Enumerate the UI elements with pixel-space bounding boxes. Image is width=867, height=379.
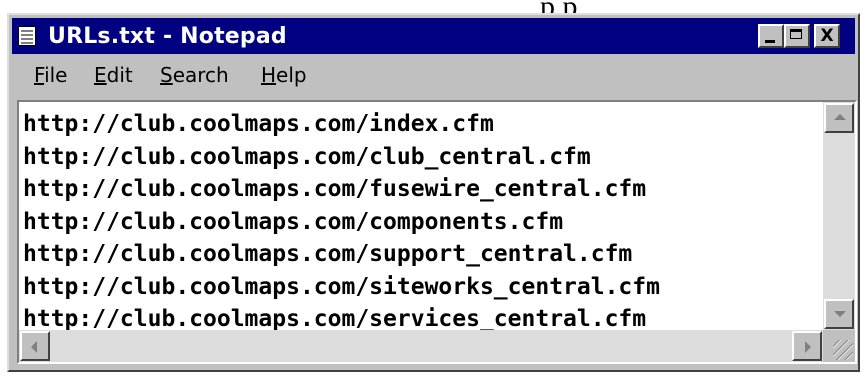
menu-file[interactable]: File: [34, 63, 67, 87]
minimize-button[interactable]: [758, 24, 784, 48]
scroll-left-icon[interactable]: [20, 331, 50, 361]
vertical-scrollbar[interactable]: [823, 102, 855, 330]
partial-glyphs: p p: [540, 0, 578, 14]
menu-help[interactable]: Help: [261, 63, 307, 87]
menu-search[interactable]: Search: [160, 63, 229, 87]
text-editor[interactable]: http://club.coolmaps.com/index.cfm http:/…: [17, 100, 857, 364]
text-line: http://club.coolmaps.com/club_central.cf…: [23, 143, 591, 170]
text-line: http://club.coolmaps.com/components.cfm: [23, 208, 564, 235]
menu-edit[interactable]: Edit: [94, 63, 133, 87]
maximize-button[interactable]: [784, 24, 810, 48]
scroll-right-icon[interactable]: [792, 331, 822, 361]
menu-bar: File Edit Search Help: [12, 57, 855, 91]
close-icon: X: [820, 26, 834, 46]
text-line: http://club.coolmaps.com/support_central…: [23, 241, 633, 267]
resize-grip-icon[interactable]: [823, 330, 855, 362]
text-line: http://club.coolmaps.com/siteworks_centr…: [23, 273, 660, 300]
text-line: http://club.coolmaps.com/index.cfm: [23, 111, 494, 137]
scroll-down-icon[interactable]: [824, 299, 854, 329]
text-line: http://club.coolmaps.com/fusewire_centra…: [23, 176, 647, 202]
title-bar[interactable]: URLs.txt - Notepad X: [12, 18, 855, 54]
background-text-fragment: p p: [0, 0, 867, 14]
scroll-up-icon[interactable]: [824, 103, 854, 133]
close-button[interactable]: X: [814, 24, 840, 48]
horizontal-scrollbar[interactable]: [19, 330, 823, 362]
notepad-icon[interactable]: [18, 26, 36, 46]
window-title: URLs.txt - Notepad: [48, 24, 287, 49]
document-text[interactable]: http://club.coolmaps.com/index.cfm http:/…: [23, 108, 815, 336]
notepad-window: URLs.txt - Notepad X File Edit Search He…: [7, 13, 860, 372]
